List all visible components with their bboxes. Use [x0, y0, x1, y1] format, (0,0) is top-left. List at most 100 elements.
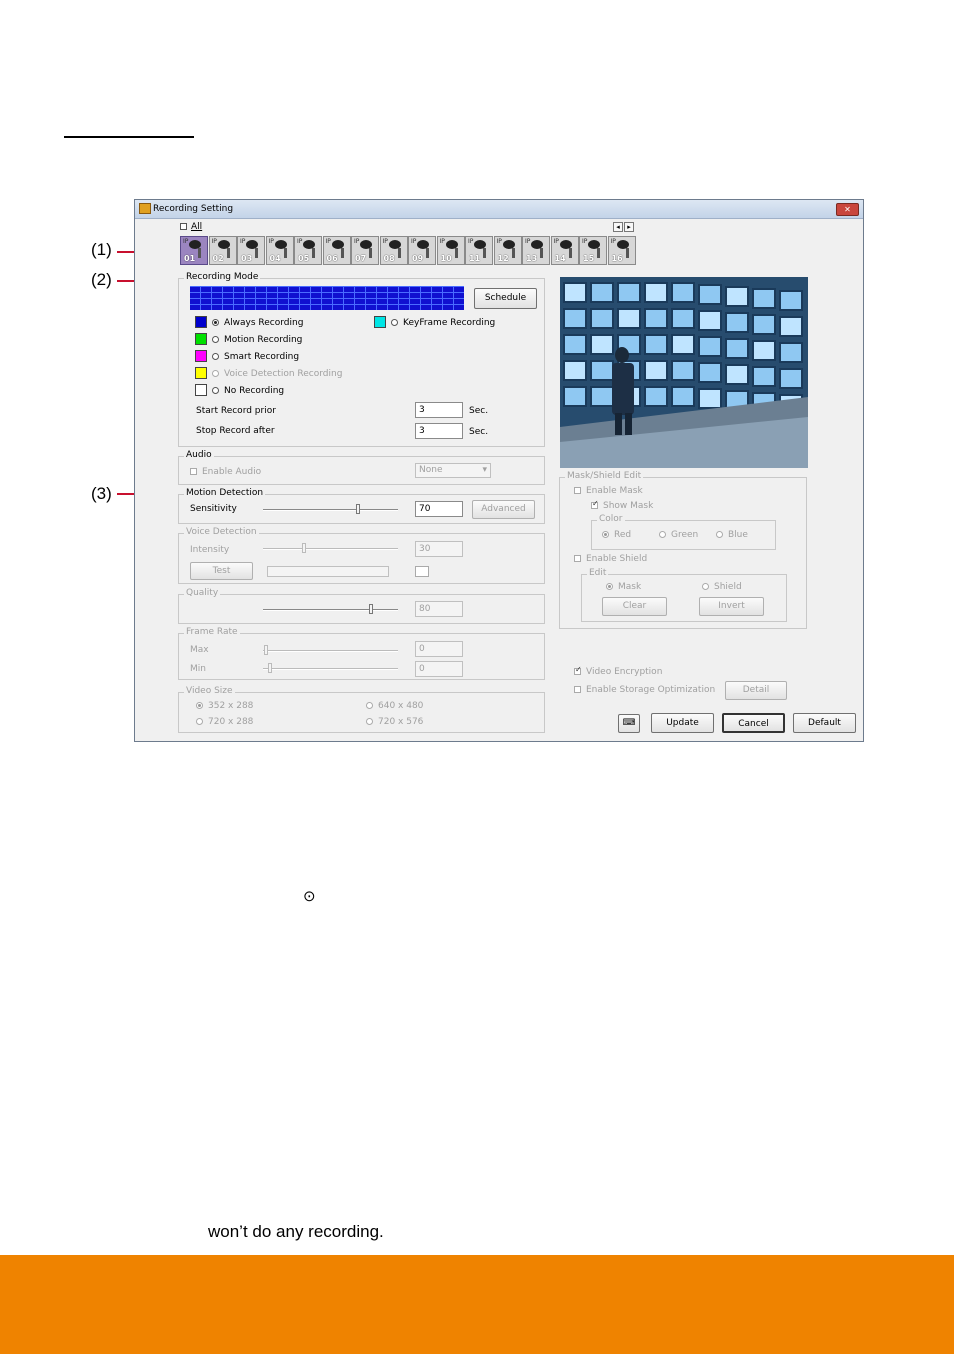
camera-stand [397, 248, 401, 258]
keyframe-recording-label: KeyFrame Recording [403, 318, 496, 328]
callout-2: (2) [91, 270, 112, 289]
enable-mask-checkbox[interactable] [574, 487, 581, 494]
close-button[interactable]: ✕ [836, 203, 859, 216]
smart-recording-radio[interactable] [212, 353, 219, 360]
channel-prev-button[interactable]: ◂ [613, 222, 623, 232]
channel-tile-03[interactable]: IP 03 [237, 236, 265, 265]
intensity-slider-thumb[interactable] [301, 543, 306, 553]
ip-badge: IP [325, 238, 331, 245]
window-title: Recording Setting [153, 204, 234, 214]
color-blue-radio[interactable] [716, 531, 723, 538]
frame-min-input[interactable]: 0 [415, 661, 463, 677]
keyboard-icon[interactable]: ⌨ [618, 714, 640, 733]
audio-select[interactable]: None ▾ [415, 463, 491, 478]
channel-tile-05[interactable]: IP 05 [294, 236, 322, 265]
size-720x576-label: 720 x 576 [378, 717, 424, 727]
motion-detection-title: Motion Detection [184, 488, 266, 498]
stop-after-input[interactable]: 3 [415, 423, 463, 439]
channel-tile-11[interactable]: IP 11 [465, 236, 493, 265]
stop-after-unit: Sec. [469, 427, 489, 437]
channel-number: 16 [611, 254, 623, 263]
size-720x576-radio[interactable] [366, 718, 373, 725]
keyframe-recording-radio[interactable] [391, 319, 398, 326]
channel-tile-01[interactable]: IP 01 [180, 236, 208, 265]
color-green-radio[interactable] [659, 531, 666, 538]
frame-min-slider-thumb[interactable] [268, 663, 272, 673]
camera-stand [625, 248, 629, 258]
channel-tile-07[interactable]: IP 07 [351, 236, 379, 265]
detail-button[interactable]: Detail [725, 681, 787, 700]
quality-slider-thumb[interactable] [369, 604, 373, 614]
always-recording-radio[interactable] [212, 319, 219, 326]
channel-number: 10 [440, 254, 452, 263]
channel-number: 01 [184, 254, 196, 263]
edit-shield-radio[interactable] [702, 583, 709, 590]
test-button[interactable]: Test [190, 562, 253, 580]
enable-shield-checkbox[interactable] [574, 555, 581, 562]
channel-next-button[interactable]: ▸ [624, 222, 634, 232]
intensity-label: Intensity [190, 545, 230, 555]
frame-max-slider-thumb[interactable] [264, 645, 268, 655]
frame-min-slider-track[interactable] [263, 668, 398, 670]
sensitivity-input[interactable]: 70 [415, 501, 463, 517]
camera-stand [568, 248, 572, 258]
edit-mask-label: Mask [618, 582, 642, 592]
ip-badge: IP [496, 238, 502, 245]
size-640x480-radio[interactable] [366, 702, 373, 709]
start-prior-input[interactable]: 3 [415, 402, 463, 418]
channel-number: 13 [526, 254, 538, 263]
size-352x288-radio[interactable] [196, 702, 203, 709]
video-encryption-checkbox[interactable] [574, 665, 582, 675]
channel-tile-16[interactable]: IP 16 [607, 236, 636, 265]
channel-tile-09[interactable]: IP 09 [408, 236, 436, 265]
channel-tile-02[interactable]: IP 02 [208, 236, 237, 265]
color-title: Color [597, 514, 625, 524]
all-channels-checkbox[interactable] [180, 223, 187, 230]
edit-shield-label: Shield [714, 582, 742, 592]
frame-max-slider-track[interactable] [263, 650, 398, 652]
color-red-radio[interactable] [602, 531, 609, 538]
show-mask-checkbox[interactable] [591, 499, 599, 509]
storage-optimization-checkbox[interactable] [574, 686, 581, 693]
channel-tile-13[interactable]: IP 13 [522, 236, 550, 265]
channel-tile-12[interactable]: IP 12 [493, 236, 522, 265]
sensitivity-slider-thumb[interactable] [355, 504, 360, 514]
ip-badge: IP [468, 238, 474, 245]
voice-recording-radio[interactable] [212, 370, 219, 377]
camera-preview [560, 277, 808, 468]
channel-tile-06[interactable]: IP 06 [322, 236, 351, 265]
size-720x288-radio[interactable] [196, 718, 203, 725]
body-text-line: won’t do any recording. [208, 1222, 384, 1241]
motion-color-swatch [195, 333, 207, 345]
schedule-button[interactable]: Schedule [474, 288, 537, 309]
motion-recording-radio[interactable] [212, 336, 219, 343]
app-icon [139, 203, 151, 214]
enable-audio-checkbox[interactable] [190, 468, 197, 475]
quality-input[interactable]: 80 [415, 601, 463, 617]
update-button[interactable]: Update [651, 713, 714, 733]
camera-stand [198, 248, 201, 258]
sensitivity-label: Sensitivity [190, 504, 237, 514]
invert-button[interactable]: Invert [699, 597, 764, 616]
channel-tile-14[interactable]: IP 14 [550, 236, 579, 265]
quality-slider-track[interactable] [263, 609, 398, 611]
callout-3: (3) [91, 484, 112, 503]
channel-tile-15[interactable]: IP 15 [579, 236, 607, 265]
channel-number: 11 [469, 254, 481, 263]
title-bar: Recording Setting ✕ [135, 200, 863, 219]
advanced-button[interactable]: Advanced [472, 500, 535, 519]
frame-max-input[interactable]: 0 [415, 641, 463, 657]
schedule-timeline[interactable] [190, 286, 464, 310]
channel-tile-08[interactable]: IP 08 [379, 236, 408, 265]
default-button[interactable]: Default [793, 713, 856, 733]
intensity-input[interactable]: 30 [415, 541, 463, 557]
cancel-button[interactable]: Cancel [722, 713, 785, 733]
edit-mask-radio[interactable] [606, 583, 613, 590]
show-mask-label: Show Mask [603, 501, 654, 511]
clear-button[interactable]: Clear [602, 597, 667, 616]
no-recording-radio[interactable] [212, 387, 219, 394]
channel-tile-04[interactable]: IP 04 [265, 236, 294, 265]
sensitivity-slider-track[interactable] [263, 509, 398, 511]
channel-tile-10[interactable]: IP 10 [436, 236, 465, 265]
intensity-slider-track[interactable] [263, 548, 398, 550]
